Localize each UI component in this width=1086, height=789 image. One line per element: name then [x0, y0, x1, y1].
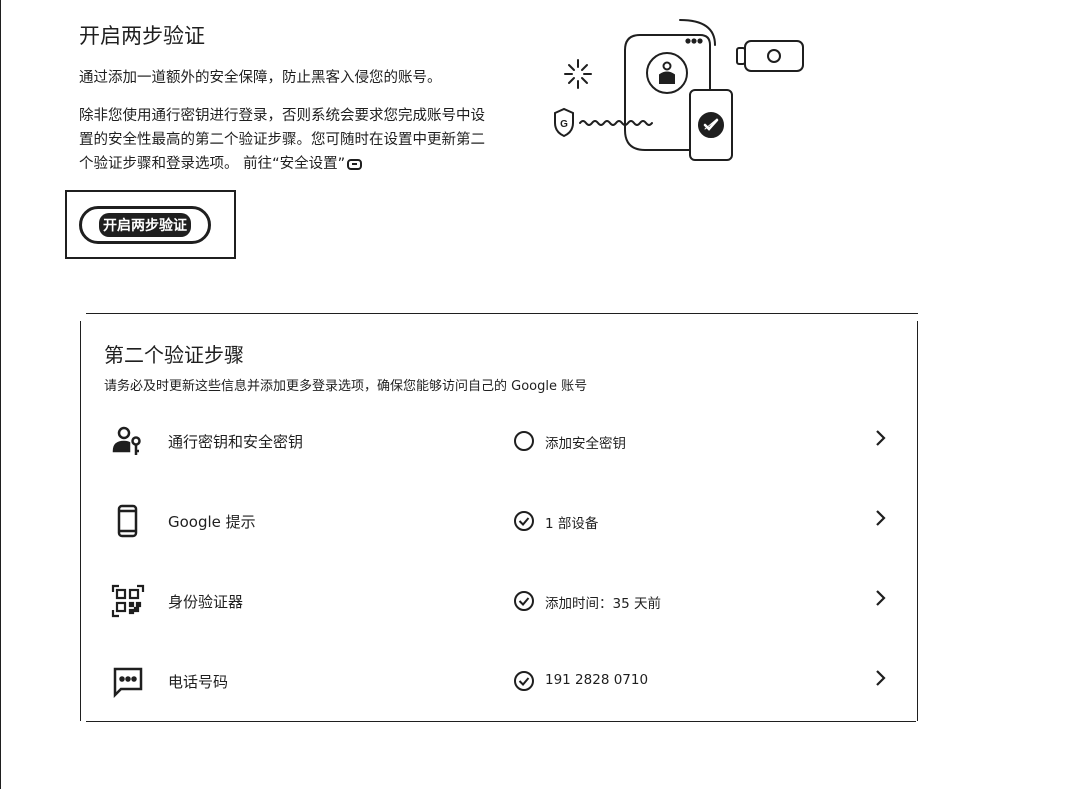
- svg-text:G: G: [560, 119, 568, 130]
- two-step-illustration: G: [554, 19, 804, 161]
- card-subtitle: 请务必及时更新这些信息并添加更多登录选项，确保您能够访问自己的 Google 账…: [104, 379, 588, 394]
- qr-code-icon: [111, 584, 145, 618]
- turn-on-2sv-label: 开启两步验证: [99, 213, 191, 237]
- chevron-right-icon: [876, 590, 886, 606]
- empty-circle-icon: [514, 431, 534, 451]
- chevron-right-icon: [876, 670, 886, 686]
- row-label: 身份验证器: [168, 593, 244, 611]
- card-border-bottom: [86, 721, 916, 722]
- external-link-icon: [347, 158, 363, 170]
- page-title: 开启两步验证: [79, 24, 205, 48]
- intro-text: 通过添加一道额外的安全保障，防止黑客入侵您的账号。: [79, 70, 442, 86]
- check-circle-icon: [514, 671, 534, 691]
- row-status: 191 2828 0710: [545, 672, 649, 688]
- row-status: 添加时间：35 天前: [545, 596, 661, 612]
- card-title: 第二个验证步骤: [104, 343, 244, 367]
- wave-line: [579, 120, 653, 126]
- phone-check-icon: [689, 89, 733, 161]
- row-status: 1 部设备: [545, 516, 599, 532]
- turn-on-2sv-button[interactable]: 开启两步验证: [79, 206, 211, 244]
- row-status: 添加安全密钥: [545, 436, 626, 452]
- check-circle-icon: [514, 591, 534, 611]
- sparkle-icon: [564, 59, 592, 89]
- row-passkeys[interactable]: 通行密钥和安全密钥 添加安全密钥: [80, 413, 918, 473]
- row-label: Google 提示: [168, 513, 256, 531]
- security-settings-link-label: 前往“安全设置”: [243, 156, 346, 172]
- check-circle-icon: [514, 511, 534, 531]
- chevron-right-icon: [876, 510, 886, 526]
- phone-icon: [117, 504, 138, 538]
- details-text: 除非您使用通行密钥进行登录，否则系统会要求您完成账号中设置的安全性最高的第二个验…: [79, 104, 494, 176]
- lock-person-icon: [646, 52, 688, 94]
- shield-icon: G: [554, 107, 574, 138]
- sms-icon: [113, 667, 143, 699]
- security-key-icon: [736, 40, 804, 72]
- second-steps-card: 第二个验证步骤 请务必及时更新这些信息并添加更多登录选项，确保您能够访问自己的 …: [80, 313, 918, 723]
- chevron-right-icon: [876, 430, 886, 446]
- passkey-icon: [112, 426, 141, 455]
- left-border: [0, 0, 1, 789]
- row-label: 电话号码: [168, 673, 229, 691]
- row-google-prompt[interactable]: Google 提示 1 部设备: [80, 493, 918, 553]
- row-label: 通行密钥和安全密钥: [168, 433, 304, 451]
- card-border-top: [86, 313, 918, 314]
- row-authenticator[interactable]: 身份验证器 添加时间：35 天前: [80, 573, 918, 633]
- security-settings-link[interactable]: 前往“安全设置”: [243, 156, 363, 172]
- row-phone-number[interactable]: 电话号码 191 2828 0710: [80, 653, 918, 713]
